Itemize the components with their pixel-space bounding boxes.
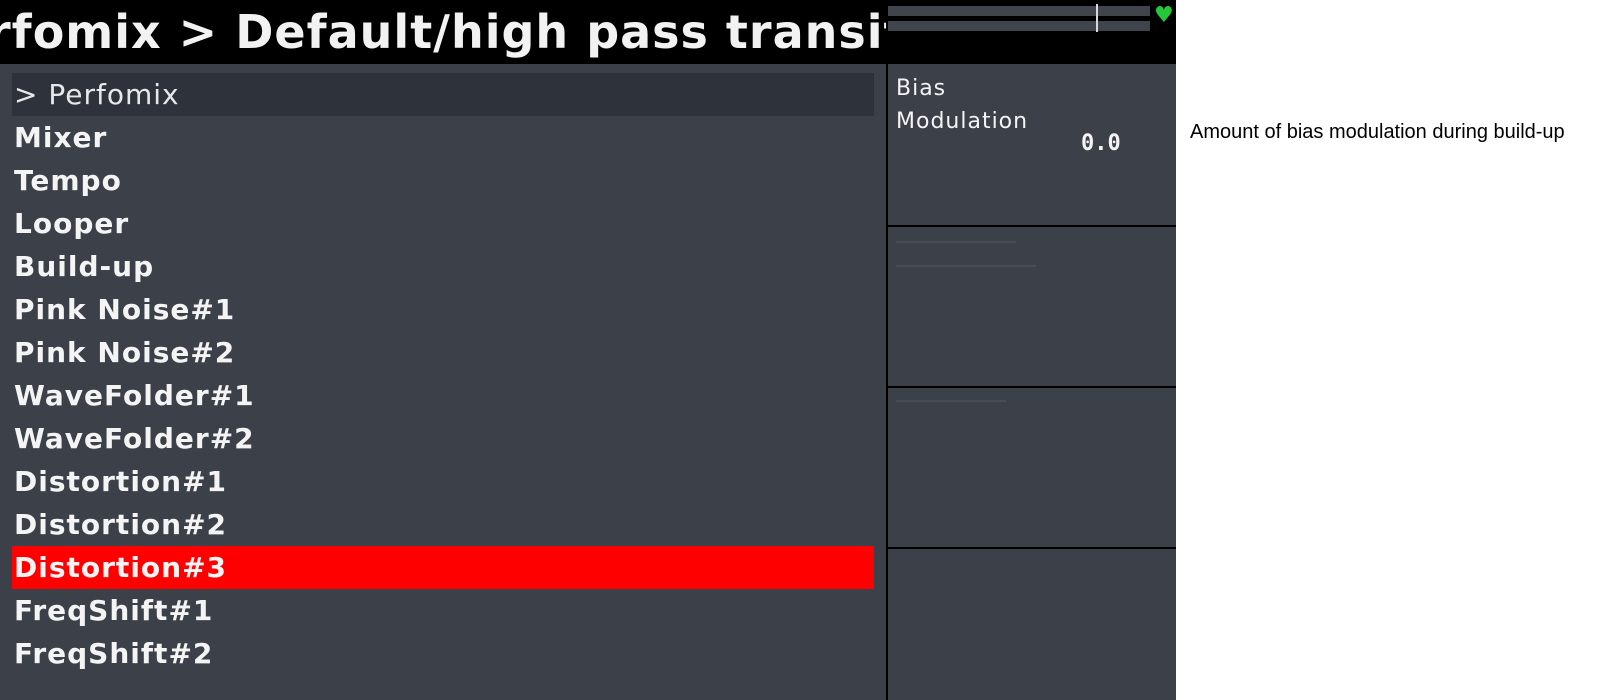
menu-item-freqshift-2[interactable]: FreqShift#2 [12, 632, 874, 675]
menu-item-wavefolder-2[interactable]: WaveFolder#2 [12, 417, 874, 460]
parameter-cell-empty [888, 388, 1176, 547]
module-menu: > Perfomix Mixer Tempo Looper Build-up P… [0, 64, 886, 700]
parameter-description: Amount of bias modulation during build-u… [1190, 121, 1565, 143]
menu-item-distortion-3[interactable]: Distortion#3 [12, 546, 874, 589]
heart-icon: ♥ [1154, 3, 1174, 28]
parameter-cell-bias-modulation[interactable]: Bias Modulation 0.0 [888, 64, 1176, 225]
title-bar: rfomix > Default/high pass transit [0, 0, 886, 64]
parameter-column: Bias Modulation 0.0 [888, 64, 1176, 700]
level-meter-right [888, 21, 1150, 31]
parameter-value: 0.0 [1081, 131, 1121, 156]
faded-text-trace [896, 400, 1006, 402]
breadcrumb-title: rfomix > Default/high pass transit [0, 5, 886, 59]
parameter-name: Bias Modulation [896, 76, 1029, 134]
menu-item-looper[interactable]: Looper [12, 202, 874, 245]
menu-item-mixer[interactable]: Mixer [12, 116, 874, 159]
faded-text-trace [896, 241, 1016, 243]
menu-item-build-up[interactable]: Build-up [12, 245, 874, 288]
parameter-cell-empty [888, 227, 1176, 386]
menu-item-tempo[interactable]: Tempo [12, 159, 874, 202]
menu-item-freqshift-1[interactable]: FreqShift#1 [12, 589, 874, 632]
menu-parent-item[interactable]: > Perfomix [12, 73, 874, 116]
synth-device-screen: rfomix > Default/high pass transit ♥ > P… [0, 0, 1176, 700]
level-meter-left [888, 6, 1150, 16]
menu-item-pink-noise-2[interactable]: Pink Noise#2 [12, 331, 874, 374]
menu-item-distortion-2[interactable]: Distortion#2 [12, 503, 874, 546]
level-meters: ♥ [886, 0, 1176, 64]
parameter-cell-empty [888, 549, 1176, 700]
menu-item-distortion-1[interactable]: Distortion#1 [12, 460, 874, 503]
faded-text-trace [896, 265, 1036, 267]
menu-item-wavefolder-1[interactable]: WaveFolder#1 [12, 374, 874, 417]
meter-marker [1096, 4, 1098, 32]
menu-item-pink-noise-1[interactable]: Pink Noise#1 [12, 288, 874, 331]
